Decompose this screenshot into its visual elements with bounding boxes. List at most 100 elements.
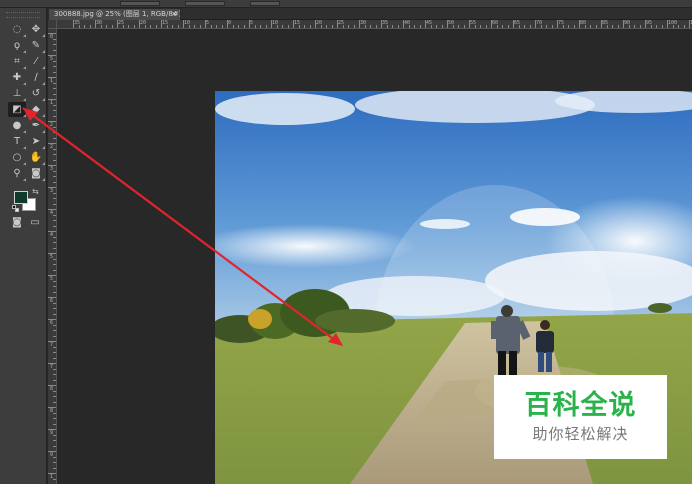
ruler-tick <box>254 25 256 28</box>
tool-group-indicator <box>42 114 45 117</box>
ruler-tick <box>53 203 56 205</box>
ruler-tick <box>53 49 56 51</box>
ruler-tick <box>238 25 239 28</box>
ruler-tick <box>106 25 107 28</box>
ruler-origin[interactable] <box>48 20 57 29</box>
ruler-tick <box>53 269 56 271</box>
ruler-tick <box>639 25 641 28</box>
ruler-tick <box>188 25 190 28</box>
ruler-tick <box>48 473 56 474</box>
ruler-tick <box>507 25 509 28</box>
ruler-tick <box>315 20 316 28</box>
ruler-tick <box>161 20 162 28</box>
tool-group-indicator <box>42 146 45 149</box>
eyedropper-tool-icon[interactable]: ⁄ <box>27 54 45 69</box>
ruler-tick <box>419 25 421 28</box>
history-brush-tool-icon[interactable]: ↺ <box>27 86 45 101</box>
vertical-ruler[interactable]: 051122334455667788991 <box>48 29 57 484</box>
ruler-tick <box>452 25 454 28</box>
ruler-tick <box>634 25 635 28</box>
ruler-tick <box>331 25 333 28</box>
ruler-tick <box>243 25 245 28</box>
swap-colors-icon[interactable]: ⇆ <box>32 188 40 196</box>
document-tab[interactable]: 300888.jpg @ 25% (图层 1, RGB/8#) * × <box>48 8 181 20</box>
ruler-tick <box>84 25 85 28</box>
ruler-tick <box>53 132 56 133</box>
ruler-tick <box>48 363 56 364</box>
move-tool-icon[interactable]: ✥ <box>27 22 45 37</box>
ruler-tick <box>53 357 56 359</box>
close-tab-icon[interactable]: × <box>171 9 177 20</box>
ruler-tick <box>53 60 56 62</box>
ruler-tick <box>628 25 630 28</box>
pen-tool-icon[interactable]: ✒ <box>27 118 45 133</box>
ruler-tick <box>53 335 56 337</box>
ruler-tick <box>53 313 56 315</box>
ruler-tick <box>53 434 56 436</box>
path-select-tool-icon[interactable]: ➤ <box>27 134 45 149</box>
ruler-tick <box>216 25 217 28</box>
foreground-color-swatch[interactable] <box>14 191 28 204</box>
ruler-tick <box>128 25 129 28</box>
watermark-title: 百科全说 <box>524 389 637 421</box>
ruler-tick <box>496 25 498 28</box>
panel-grip[interactable] <box>6 12 40 18</box>
type-tool-icon[interactable]: T <box>8 134 26 149</box>
ruler-tick <box>53 462 56 463</box>
tool-group-indicator <box>23 146 26 149</box>
ruler-tick <box>667 20 668 28</box>
ruler-tick <box>518 25 520 28</box>
hand-tool-icon[interactable]: ✋ <box>27 150 45 165</box>
lasso-tool-icon[interactable]: ϙ <box>8 38 26 53</box>
quick-select-tool-icon[interactable]: ✎ <box>27 38 45 53</box>
eraser-tool-icon[interactable]: ◩ <box>8 102 26 117</box>
tool-group-indicator <box>42 162 45 165</box>
ruler-tick <box>48 341 56 342</box>
ruler-tick <box>53 198 56 199</box>
clone-stamp-tool-icon[interactable]: ⊥ <box>8 86 26 101</box>
ruler-tick <box>133 25 135 28</box>
ruler-tick <box>73 20 74 28</box>
ruler-tick <box>458 25 459 28</box>
tool-group-indicator <box>42 178 45 181</box>
ruler-tick <box>183 20 184 28</box>
quick-mask-icon[interactable]: ◙ <box>8 215 26 230</box>
tool-group-indicator <box>42 130 45 133</box>
healing-brush-tool-icon[interactable]: ✚ <box>8 70 26 85</box>
ruler-tick <box>540 25 542 28</box>
shape-tool-icon[interactable]: ○ <box>8 150 26 165</box>
ruler-tick <box>48 297 56 298</box>
ruler-tick <box>348 25 349 28</box>
horizontal-ruler[interactable]: 35 30 25 20 15 10 5 0 5 10 15 20 25 30 35 40 45 50 55 60 65 7… <box>57 20 692 29</box>
quick-mask-icon[interactable]: ◙ <box>27 166 45 181</box>
options-field[interactable] <box>185 1 225 6</box>
ruler-tick <box>53 82 56 84</box>
tab-bar-empty <box>181 8 692 20</box>
crop-tool-icon[interactable]: ⌗ <box>8 54 26 69</box>
ruler-tick <box>309 25 311 28</box>
ruler-tick <box>298 25 300 28</box>
ruler-tick <box>53 401 56 403</box>
screen-mode-icon[interactable]: ▭ <box>26 215 44 230</box>
ruler-tick <box>491 20 492 28</box>
ruler-tick <box>260 25 261 28</box>
ruler-tick <box>48 99 56 100</box>
photoshop-window: ⇆ ◌ ✥ ϙ ✎ ⌗ ⁄ ✚ ∕ ⊥ ↺ ◩ ◆ ● ✒ T ➤ ○ ✋ ⚲ ◙ ◙ ▭ 300888.jpg @ 25… <box>0 0 692 484</box>
ruler-tick <box>375 25 377 28</box>
tool-group-indicator <box>42 50 45 53</box>
tool-group-indicator <box>23 50 26 53</box>
ruler-tick <box>53 104 56 106</box>
ruler-tick <box>210 25 212 28</box>
brush-tool-icon[interactable]: ∕ <box>27 70 45 85</box>
default-colors-icon[interactable] <box>12 205 20 213</box>
options-field[interactable] <box>120 1 160 6</box>
marquee-tool-icon[interactable]: ◌ <box>8 22 26 37</box>
zoom-tool-icon[interactable]: ⚲ <box>8 166 26 181</box>
paint-bucket-tool-icon[interactable]: ◆ <box>27 102 45 117</box>
options-field[interactable] <box>250 1 280 6</box>
ruler-tick <box>89 25 91 28</box>
dodge-tool-icon[interactable]: ● <box>8 118 26 133</box>
ruler-tick <box>53 291 56 293</box>
ruler-top-label: 5 <box>250 20 254 26</box>
ruler-tick <box>53 423 56 425</box>
